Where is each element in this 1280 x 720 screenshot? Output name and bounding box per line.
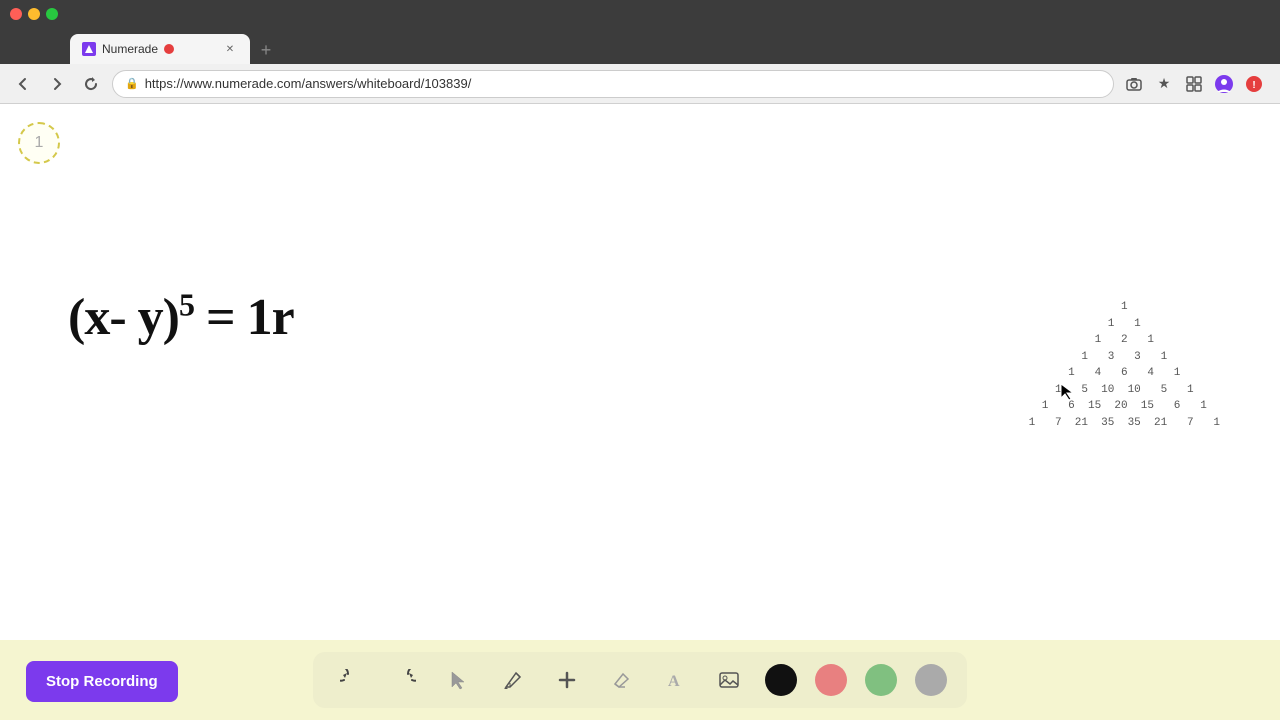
refresh-button[interactable] (78, 71, 104, 97)
eraser-tool-button[interactable] (603, 662, 639, 698)
redo-button[interactable] (387, 662, 423, 698)
pascals-triangle: 1 1 1 1 2 1 1 3 3 1 1 4 6 4 1 1 5 10 10 … (1029, 299, 1220, 431)
extensions-icon[interactable]: ! (1242, 72, 1266, 96)
camera-icon[interactable] (1122, 72, 1146, 96)
bottom-toolbar: A (0, 640, 1280, 720)
slide-number-badge: 1 (18, 122, 60, 164)
image-tool-button[interactable] (711, 662, 747, 698)
color-gray[interactable] (915, 664, 947, 696)
svg-text:A: A (668, 673, 680, 690)
tab-favicon (82, 42, 96, 56)
grid-icon[interactable] (1182, 72, 1206, 96)
tab-bar: Numerade ✕ + (0, 28, 1280, 64)
browser-toolbar-right: ★ ! (1122, 72, 1270, 96)
title-bar (0, 0, 1280, 28)
back-button[interactable] (10, 71, 36, 97)
profile-icon[interactable] (1212, 72, 1236, 96)
maximize-button[interactable] (46, 8, 58, 20)
stop-recording-button[interactable]: Stop Recording (26, 661, 178, 702)
color-green[interactable] (865, 664, 897, 696)
tab-title: Numerade (102, 42, 158, 56)
add-element-button[interactable] (549, 662, 585, 698)
active-tab[interactable]: Numerade ✕ (70, 34, 250, 64)
new-tab-button[interactable]: + (252, 36, 280, 64)
svg-text:!: ! (1252, 80, 1255, 91)
close-button[interactable] (10, 8, 22, 20)
recording-dot (164, 44, 174, 54)
minimize-button[interactable] (28, 8, 40, 20)
star-icon[interactable]: ★ (1152, 72, 1176, 96)
forward-button[interactable] (44, 71, 70, 97)
lock-icon: 🔒 (125, 77, 139, 90)
page-content: 1 (x- y)5 = 1r 1 1 1 1 2 1 1 3 3 1 1 4 6… (0, 104, 1280, 720)
math-equation: (x- y)5 = 1r (68, 289, 294, 344)
address-bar: 🔒 https://www.numerade.com/answers/white… (0, 64, 1280, 104)
text-tool-button[interactable]: A (657, 662, 693, 698)
pen-tool-button[interactable] (495, 662, 531, 698)
tool-container: A (313, 652, 967, 708)
select-tool-button[interactable] (441, 662, 477, 698)
tab-close-button[interactable]: ✕ (222, 41, 238, 57)
color-black[interactable] (765, 664, 797, 696)
url-bar[interactable]: 🔒 https://www.numerade.com/answers/white… (112, 70, 1114, 98)
color-pink[interactable] (815, 664, 847, 696)
whiteboard-canvas[interactable]: 1 (x- y)5 = 1r 1 1 1 1 2 1 1 3 3 1 1 4 6… (0, 104, 1280, 640)
url-text: https://www.numerade.com/answers/whitebo… (145, 76, 472, 91)
undo-button[interactable] (333, 662, 369, 698)
